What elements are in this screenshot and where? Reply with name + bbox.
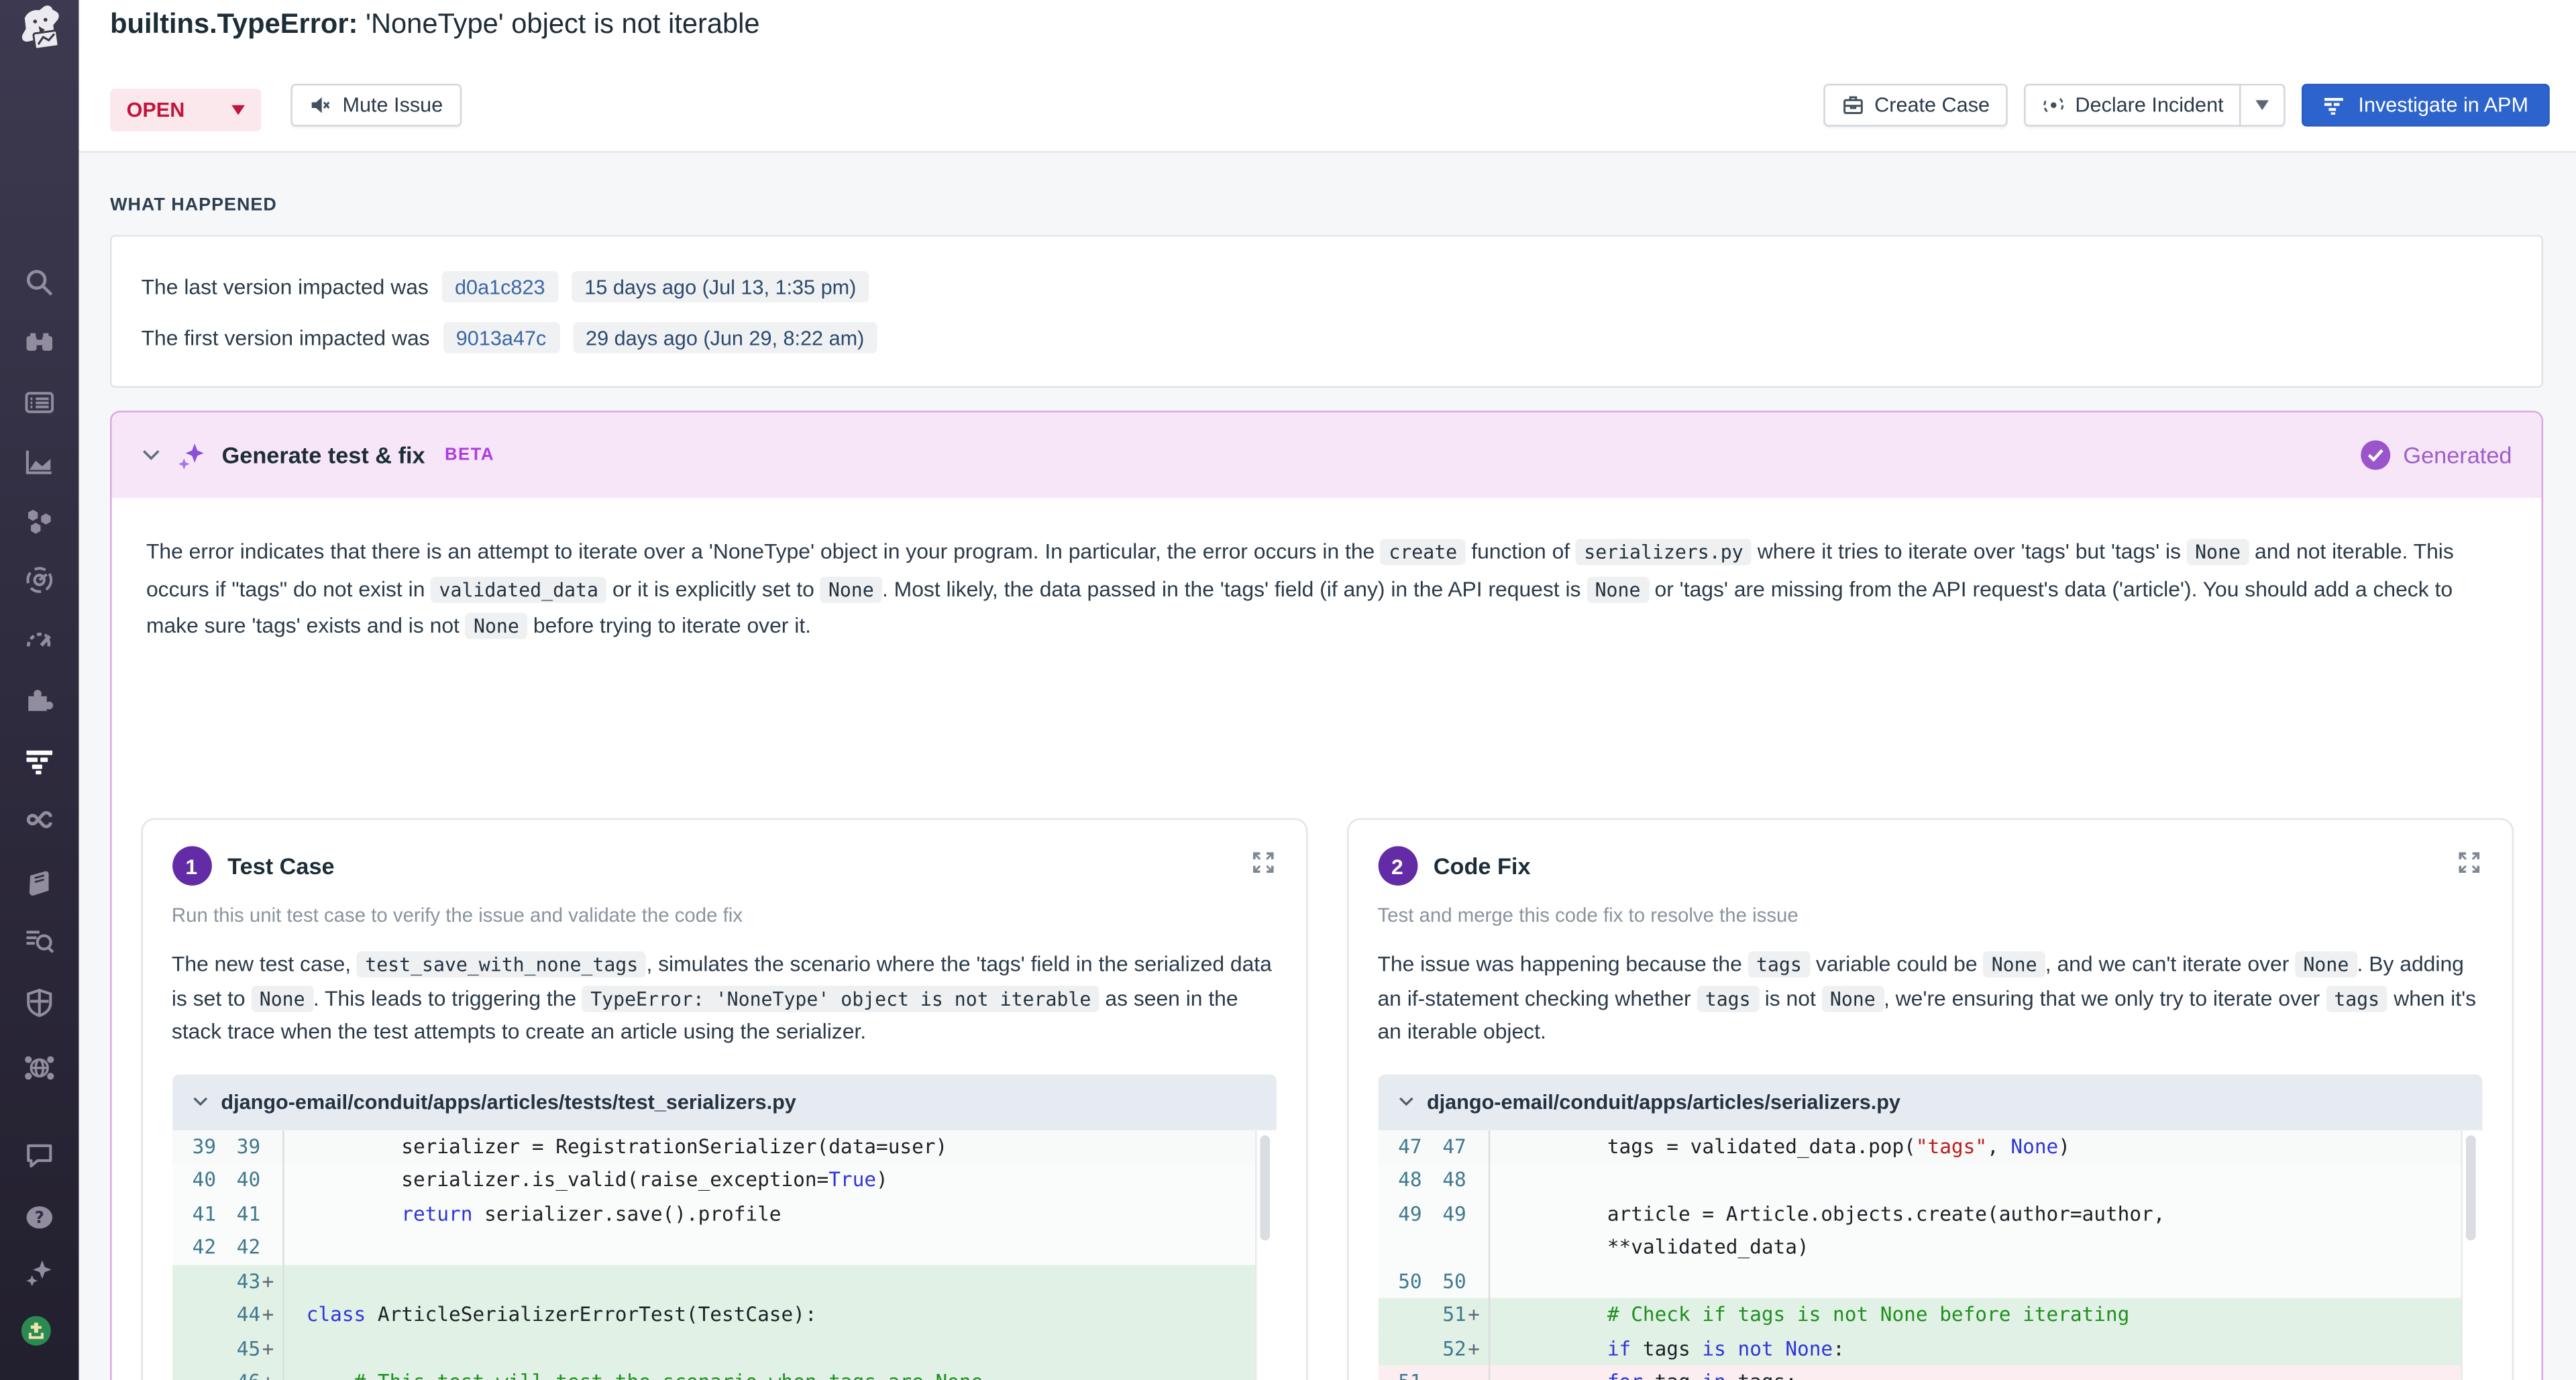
help-icon[interactable]: ? [25,1203,54,1232]
fix-cards-row: 1 Test Case Run this unit test case to v… [140,818,2512,1380]
expand-icon[interactable] [1249,849,1275,883]
issue-toolbar: OPEN Mute Issue Create Case Declare Inci… [110,84,2550,127]
search-icon[interactable] [25,268,54,297]
test-case-title: Test Case [227,853,334,879]
test-file-path: django-email/conduit/apps/articles/tests… [221,1090,796,1113]
test-case-description: The new test case, test_save_with_none_t… [172,948,1276,1049]
notebooks-icon[interactable] [25,869,54,899]
ai-sparkles-icon[interactable] [25,1259,54,1288]
code-fix-header: 2 Code Fix [1377,846,2481,886]
code-fix-description: The issue was happening because the tags… [1377,948,2481,1049]
declare-incident-caret-button[interactable] [2242,84,2286,127]
sidebar-nav: ? [0,0,79,1380]
create-case-button[interactable]: Create Case [1823,84,2008,127]
apm-trace-icon [2324,94,2347,117]
network-globe-icon[interactable] [25,1053,54,1083]
declare-incident-group: Declare Incident [2024,84,2286,127]
integrations-puzzle-icon[interactable] [25,685,54,714]
generated-status: Generated [2361,440,2512,470]
page-title: builtins.TypeError: 'NoneType' object is… [110,8,759,41]
watchdog-binoculars-icon[interactable] [25,329,54,358]
first-version-label: The first version impacted was [142,325,430,350]
last-version-row: The last version impacted was d0a1c823 1… [142,261,2512,312]
mute-icon [310,94,333,117]
what-happened-heading: WHAT HAPPENED [110,195,277,215]
svg-text:?: ? [35,1208,44,1227]
expand-icon[interactable] [2455,849,2481,883]
chevron-down-icon[interactable] [142,449,161,462]
investigate-apm-button[interactable]: Investigate in APM [2302,84,2550,127]
test-diff-rows: 3939 serializer = RegistrationSerializer… [172,1130,1276,1380]
sparkle-icon [177,441,205,470]
chevron-down-icon [2257,100,2270,110]
issue-main: WHAT HAPPENED The last version impacted … [79,153,2576,1380]
step-2-badge: 2 [1377,846,1417,886]
feedback-chat-icon[interactable] [25,1140,54,1170]
error-type: builtins.TypeError: [110,8,358,40]
first-version-commit[interactable]: 9013a47c [443,322,559,354]
test-case-subtitle: Run this unit test case to verify the is… [172,904,1276,926]
app-root: ? builtins.TypeError: 'NoneType' object … [0,0,2576,1380]
status-badge: OPEN [127,99,185,121]
test-case-header: 1 Test Case [172,846,1276,886]
last-version-time[interactable]: 15 days ago (Jul 13, 1:35 pm) [572,271,869,303]
chevron-down-icon[interactable] [1397,1096,1413,1107]
security-shield-icon[interactable] [25,988,54,1017]
org-avatar[interactable] [21,1316,58,1352]
generate-panel-title: Generate test & fix [222,442,425,468]
log-explorer-icon[interactable] [25,926,54,956]
performance-gauge-icon[interactable] [25,626,54,655]
code-scrollbar[interactable] [1254,1130,1276,1380]
beta-badge: BETA [445,445,494,465]
fix-file-path: django-email/conduit/apps/articles/seria… [1427,1090,1900,1113]
scrollbar-thumb[interactable] [2466,1134,2476,1240]
chevron-down-icon[interactable] [191,1096,207,1107]
scrollbar-thumb[interactable] [1260,1134,1270,1240]
datadog-logo[interactable] [8,3,70,66]
fix-diff-rows: 4747 tags = validated_data.pop("tags", N… [1377,1130,2481,1380]
ai-error-description: The error indicates that there is an att… [146,534,2507,645]
first-version-row: The first version impacted was 9013a47c … [142,312,2512,363]
error-message: 'NoneType' object is not iterable [366,8,760,40]
generate-panel-header[interactable]: Generate test & fix BETA Generated [112,413,2542,498]
issue-header: builtins.TypeError: 'NoneType' object is… [79,0,2576,153]
status-dropdown[interactable]: OPEN [110,89,261,131]
declare-incident-button[interactable]: Declare Incident [2024,84,2241,127]
processes-hexagons-icon[interactable] [25,506,54,535]
fix-file-header[interactable]: django-email/conduit/apps/articles/seria… [1377,1073,2481,1129]
dashboards-icon[interactable] [25,388,54,417]
fix-diff-viewer[interactable]: 4747 tags = validated_data.pop("tags", N… [1377,1130,2481,1380]
test-file-header[interactable]: django-email/conduit/apps/articles/tests… [172,1073,1276,1129]
generated-label: Generated [2403,442,2512,468]
version-info-card: The last version impacted was d0a1c823 1… [110,235,2543,388]
code-fix-subtitle: Test and merge this code fix to resolve … [1377,904,2481,926]
ci-pipeline-icon[interactable] [25,806,54,836]
code-scrollbar[interactable] [2460,1130,2481,1380]
code-fix-card: 2 Code Fix Test and merge this code fix … [1346,818,2513,1380]
last-version-commit[interactable]: d0a1c823 [441,271,558,303]
step-1-badge: 1 [172,846,211,886]
first-version-time[interactable]: 29 days ago (Jun 29, 8:22 am) [572,322,877,354]
monitors-radar-icon[interactable] [25,565,54,594]
test-case-card: 1 Test Case Run this unit test case to v… [140,818,1307,1380]
apm-flame-graph-icon[interactable] [25,746,54,776]
last-version-label: The last version impacted was [142,274,429,299]
metrics-chart-icon[interactable] [25,447,54,476]
generate-test-fix-panel: Generate test & fix BETA Generated The e… [110,411,2543,1380]
siren-icon [2042,94,2065,117]
code-fix-title: Code Fix [1434,853,1531,879]
test-diff-viewer[interactable]: 3939 serializer = RegistrationSerializer… [172,1130,1276,1380]
check-circle-icon [2361,440,2390,470]
case-icon [1841,94,1864,117]
mute-issue-button[interactable]: Mute Issue [292,84,462,127]
chevron-down-icon [231,105,245,115]
